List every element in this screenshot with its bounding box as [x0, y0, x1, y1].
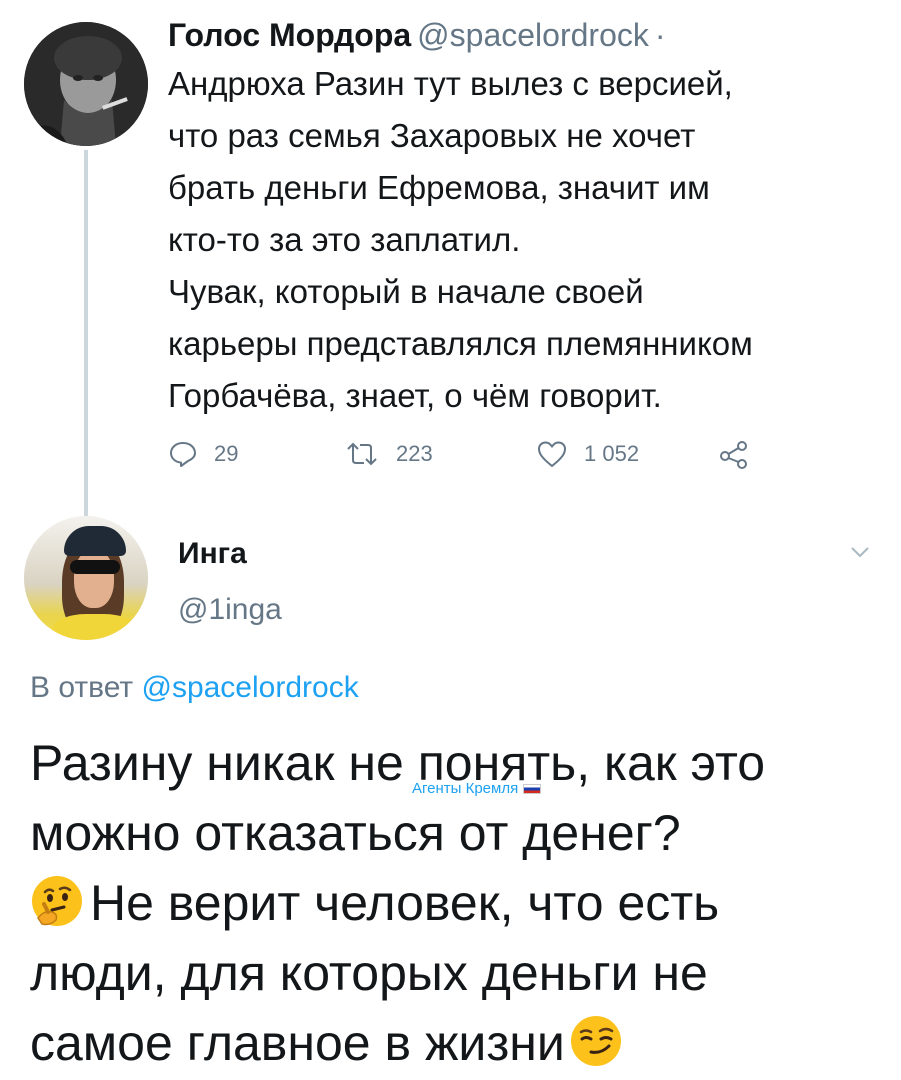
reply-button[interactable]: 29 — [168, 430, 238, 478]
share-icon — [720, 441, 747, 469]
header-separator: · — [654, 17, 666, 53]
heart-icon — [538, 441, 566, 467]
russian-flag-icon — [523, 784, 542, 794]
author-handle[interactable]: @spacelordrock — [417, 17, 649, 53]
reply-prefix: В ответ — [30, 671, 134, 704]
avatar-portrait — [24, 22, 148, 146]
avatar-sunglasses — [70, 560, 120, 574]
reply-context: В ответ @spacelordrock — [30, 666, 359, 710]
reply-text-line: люди, для которых деньги не — [30, 945, 708, 1001]
avatar-shirt — [52, 614, 138, 640]
thinking-face-emoji-icon — [32, 876, 82, 926]
like-count: 1 052 — [584, 441, 640, 466]
reply-text-line-with-emoji: самое главное в жизни — [30, 1008, 890, 1078]
reply-text-line: можно отказаться от денег? — [30, 805, 681, 861]
share-button[interactable] — [718, 430, 750, 478]
tweet-text: Андрюха Разин тут вылез с версией, что р… — [168, 65, 753, 414]
avatar-face — [74, 550, 114, 608]
retweet-icon — [347, 442, 377, 466]
thread-connector-line — [84, 150, 88, 520]
like-button[interactable]: 1 052 — [536, 430, 639, 478]
reply-text-line-content: самое главное в жизни — [30, 1015, 565, 1071]
retweet-button[interactable]: 223 — [344, 430, 433, 478]
reply-author-name[interactable]: Инга — [178, 534, 247, 574]
author-name[interactable]: Голос Мордора — [168, 17, 411, 53]
reply-to-handle-link[interactable]: @spacelordrock — [141, 671, 358, 704]
author-avatar[interactable] — [24, 22, 148, 146]
reply-author-avatar[interactable] — [24, 516, 148, 640]
reply-text-line-with-emoji: Не верит человек, что есть — [30, 868, 890, 938]
reply-count: 29 — [214, 441, 239, 466]
reply-text-line-content: Не верит человек, что есть — [90, 875, 720, 931]
reply-icon — [170, 442, 196, 467]
tweet-actions: 29 223 1 052 — [168, 430, 788, 478]
smirking-face-emoji-icon — [570, 1016, 621, 1066]
watermark: Агенты Кремля — [412, 779, 542, 799]
watermark-text: Агенты Кремля — [412, 780, 519, 797]
reply-author-handle[interactable]: @1inga — [178, 590, 282, 630]
chevron-down-icon[interactable] — [848, 540, 872, 564]
tweet-header: Голос Мордора @spacelordrock · — [168, 12, 666, 58]
retweet-count: 223 — [396, 441, 433, 466]
